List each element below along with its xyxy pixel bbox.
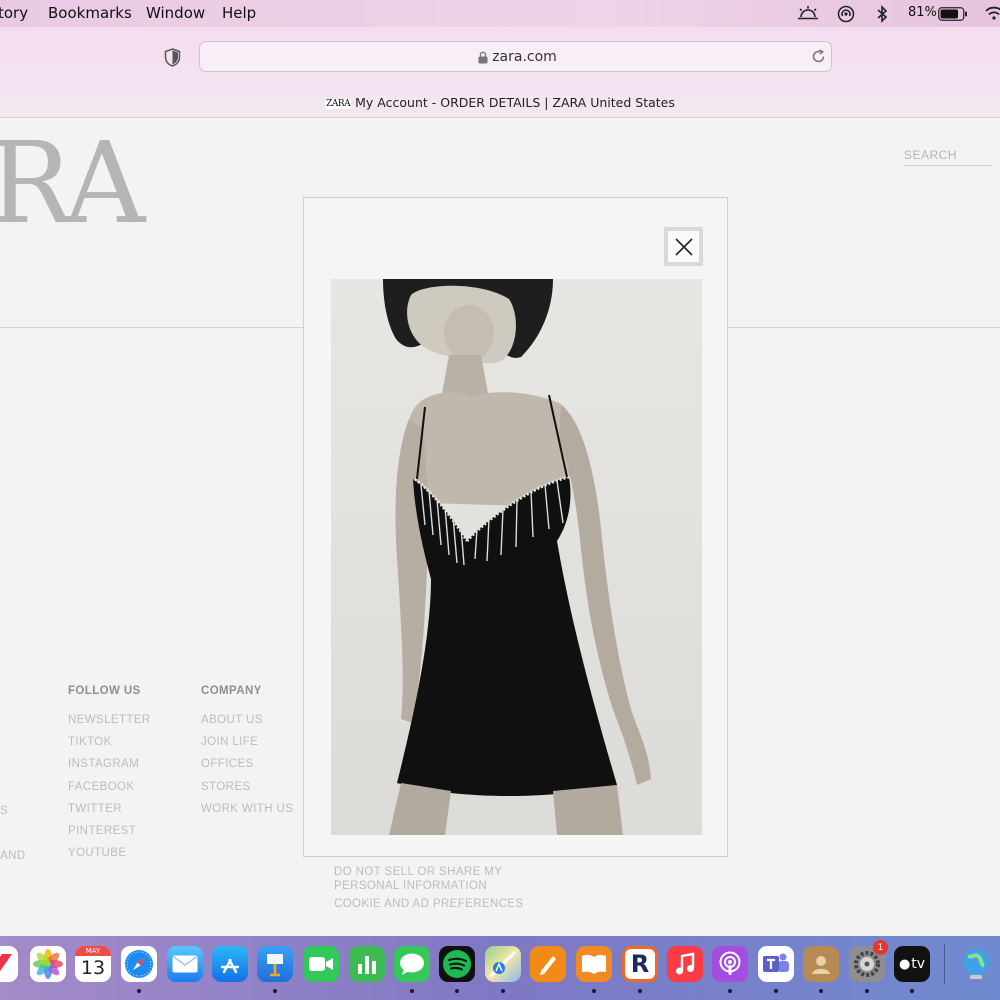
- messages-app-icon[interactable]: [394, 946, 430, 982]
- follow-us-heading: FOLLOW US: [68, 685, 141, 697]
- privacy-shield-icon[interactable]: [164, 48, 181, 67]
- airdrop-icon[interactable]: [837, 5, 855, 23]
- spotify-app-icon[interactable]: [439, 946, 475, 982]
- product-photo[interactable]: [331, 279, 702, 835]
- maps-app-icon[interactable]: [485, 946, 521, 982]
- tv-label: tv: [911, 956, 926, 972]
- photos-app-icon[interactable]: [30, 946, 66, 982]
- menu-help[interactable]: Help: [222, 4, 256, 22]
- active-tab[interactable]: ZARA My Account - ORDER DETAILS | ZARA Un…: [0, 95, 1000, 110]
- reader-app-icon[interactable]: R: [622, 946, 658, 982]
- teams-app-icon[interactable]: [758, 946, 794, 982]
- footer-link-about-us[interactable]: ABOUT US: [201, 714, 293, 736]
- privacy-line-2: PERSONAL INFORMATION: [334, 880, 488, 892]
- footer-link-work-with-us[interactable]: WORK WITH US: [201, 803, 293, 825]
- footer-link-instagram[interactable]: INSTAGRAM: [68, 758, 151, 780]
- zara-favicon: ZARA: [325, 99, 352, 109]
- footer-company: COMPANY ABOUT US JOIN LIFE OFFICES STORE…: [201, 685, 293, 825]
- contacts-app-icon[interactable]: [803, 946, 839, 982]
- battery-icon[interactable]: [938, 7, 968, 21]
- footer-link-youtube[interactable]: YOUTUBE: [68, 847, 151, 869]
- image-modal: [303, 197, 728, 857]
- facetime-app-icon[interactable]: [303, 946, 339, 982]
- apple-tv-app-icon[interactable]: ● tv: [894, 946, 930, 982]
- dock: MAY 13 R 1 ● tv: [0, 936, 1000, 1000]
- footer-link-join-life[interactable]: JOIN LIFE: [201, 736, 293, 758]
- footer-fragment-and[interactable]: AND: [0, 850, 25, 862]
- menu-bookmarks[interactable]: Bookmarks: [48, 4, 132, 22]
- url-text: zara.com: [492, 49, 557, 65]
- tab-title: My Account - ORDER DETAILS | ZARA United…: [355, 95, 675, 110]
- keynote-app-icon[interactable]: [257, 946, 293, 982]
- calendar-month: MAY: [75, 946, 111, 956]
- wifi-icon[interactable]: [985, 6, 1000, 20]
- search-field[interactable]: SEARCH: [904, 148, 992, 166]
- brightness-icon[interactable]: [797, 6, 819, 20]
- footer-link-facebook[interactable]: FACEBOOK: [68, 781, 151, 803]
- footer-link-cookie-preferences[interactable]: COOKIE AND AD PREFERENCES: [334, 898, 524, 910]
- calendar-day: 13: [80, 957, 106, 979]
- numbers-app-icon[interactable]: [349, 946, 385, 982]
- footer-fragment-s[interactable]: S: [0, 805, 8, 817]
- footer-link-tiktok[interactable]: TIKTOK: [68, 736, 151, 758]
- app-store-icon[interactable]: [212, 946, 248, 982]
- footer-link-do-not-sell[interactable]: DO NOT SELL OR SHARE MY PERSONAL INFORMA…: [334, 865, 502, 893]
- browser-toolbar: zara.com ZARA My Account - ORDER DETAILS …: [0, 27, 1000, 118]
- footer-link-stores[interactable]: STORES: [201, 781, 293, 803]
- footer-link-pinterest[interactable]: PINTEREST: [68, 825, 151, 847]
- notification-badge: 1: [873, 940, 888, 955]
- modal-close-button[interactable]: [664, 227, 703, 266]
- books-app-icon[interactable]: [576, 946, 612, 982]
- music-app-icon[interactable]: [667, 946, 703, 982]
- privacy-line-1: DO NOT SELL OR SHARE MY: [334, 866, 503, 878]
- menu-bar: tory Bookmarks Window Help 81%: [0, 0, 1000, 27]
- battery-percent: 81%: [908, 5, 937, 20]
- network-globe-icon[interactable]: [958, 946, 994, 982]
- reload-icon[interactable]: [811, 49, 826, 64]
- menu-history[interactable]: tory: [0, 4, 28, 22]
- footer-link-newsletter[interactable]: NEWSLETTER: [68, 714, 151, 736]
- zara-logo[interactable]: RA: [0, 128, 145, 240]
- model-illustration: [331, 279, 702, 835]
- zara-page: RA SEARCH S AND FOLLOW US NEWSLETTER TIK…: [0, 118, 1000, 936]
- news-app-icon[interactable]: [0, 946, 18, 982]
- menu-window[interactable]: Window: [146, 4, 205, 22]
- footer-follow-us: FOLLOW US NEWSLETTER TIKTOK INSTAGRAM FA…: [68, 685, 151, 869]
- calendar-app-icon[interactable]: MAY 13: [75, 946, 111, 982]
- footer-link-offices[interactable]: OFFICES: [201, 758, 293, 780]
- bluetooth-icon[interactable]: [876, 5, 888, 23]
- dock-divider: [944, 944, 945, 984]
- podcasts-app-icon[interactable]: [712, 946, 748, 982]
- pages-app-icon[interactable]: [530, 946, 566, 982]
- apple-logo-icon: ●: [898, 956, 911, 972]
- footer-link-twitter[interactable]: TWITTER: [68, 803, 151, 825]
- mail-app-icon[interactable]: [167, 946, 203, 982]
- close-icon: [674, 237, 693, 256]
- company-heading: COMPANY: [201, 685, 262, 697]
- safari-app-icon[interactable]: [121, 946, 157, 982]
- address-bar[interactable]: zara.com: [199, 41, 832, 72]
